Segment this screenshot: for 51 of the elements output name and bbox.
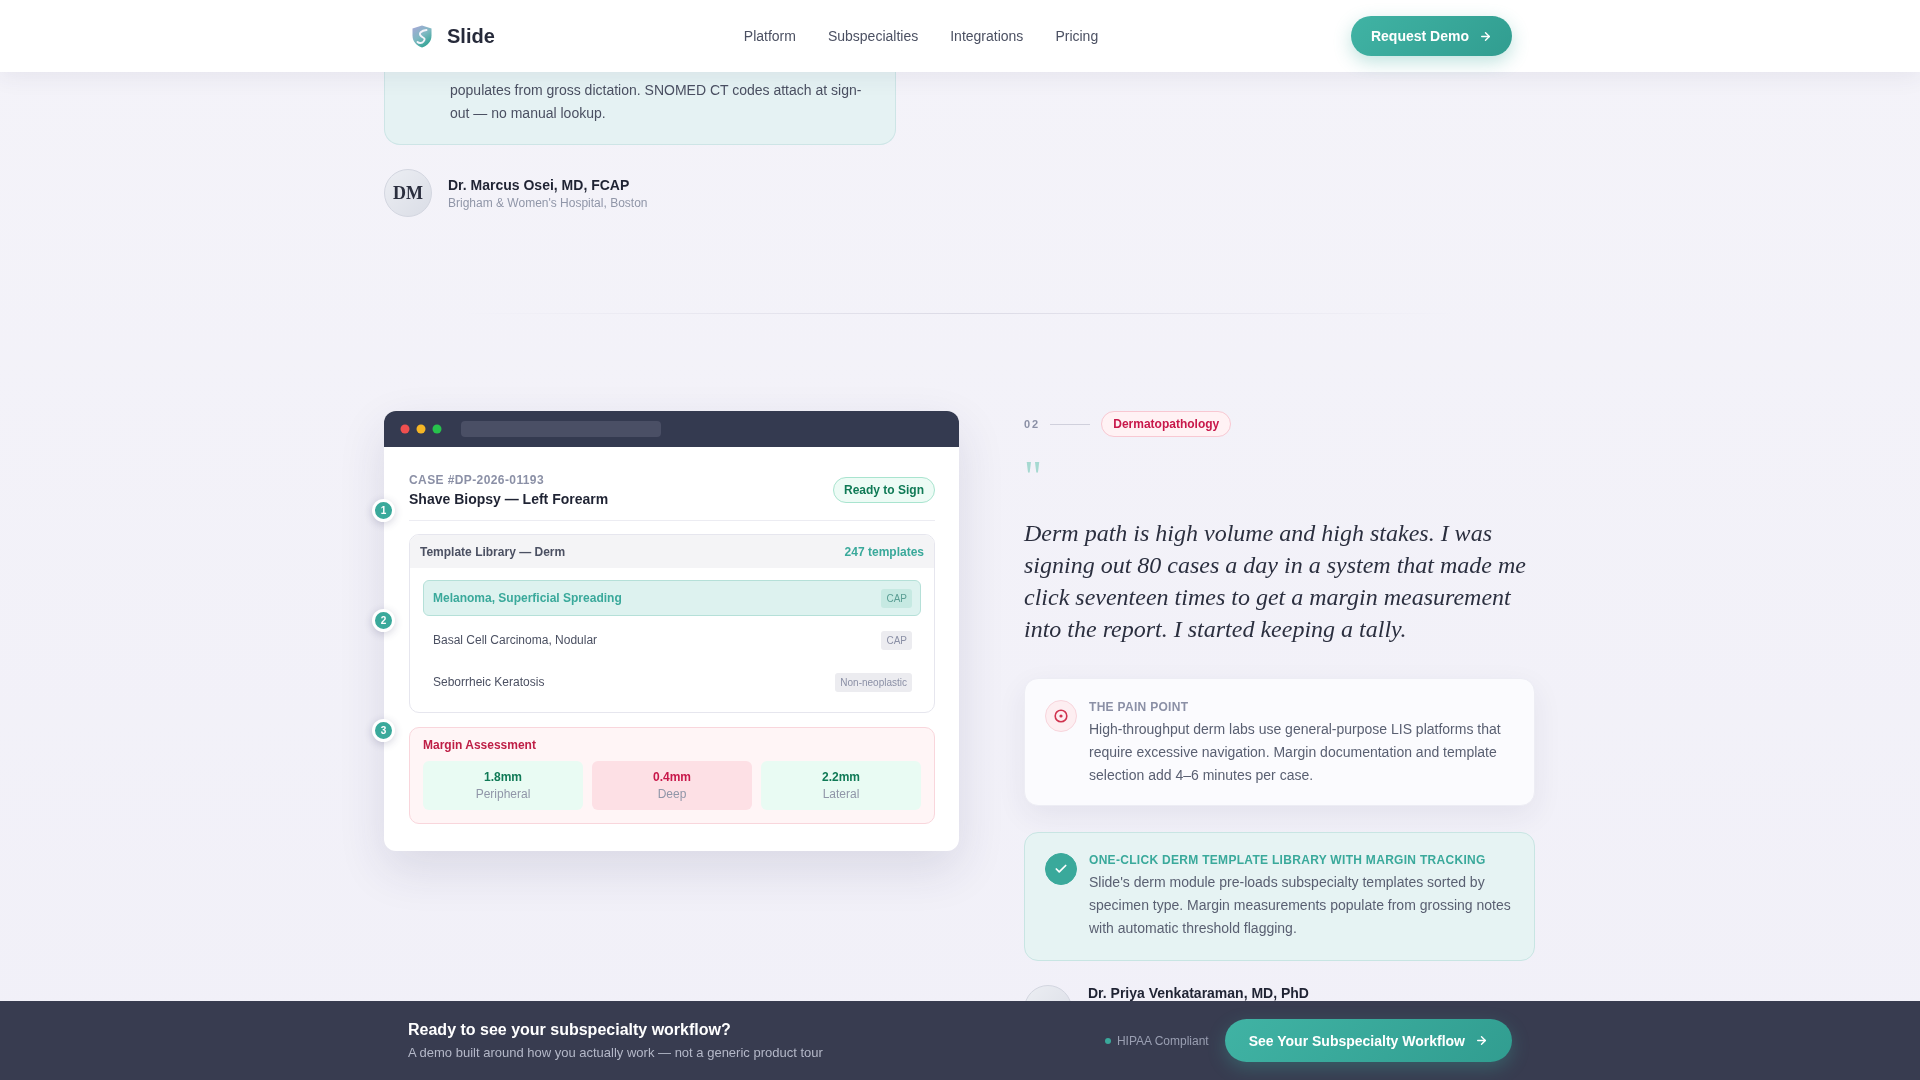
- margin-value: 1.8mm: [484, 770, 522, 784]
- section-number: 02: [1024, 418, 1041, 430]
- margin-label: Peripheral: [475, 787, 531, 801]
- arrow-right-icon: [1475, 1034, 1488, 1047]
- compliance-label: HIPAA Compliant: [1116, 1033, 1209, 1048]
- status-badge: Ready to Sign: [833, 477, 935, 503]
- template-name: Melanoma, Superficial Spreading: [433, 591, 622, 605]
- library-title: Template Library — Derm: [420, 544, 566, 559]
- case-title: Shave Biopsy — Left Forearm: [409, 491, 609, 507]
- step-marker: 3: [372, 719, 395, 742]
- margin-label: Deep: [657, 787, 687, 801]
- shield-logo-icon: [412, 24, 432, 48]
- check-icon: [1045, 853, 1077, 885]
- step-marker: 1: [372, 499, 395, 522]
- card-text: Slide's derm module pre-loads subspecialty templates sorted by specimen type. Margin measurements populate from grossing notes with automatic threshold flagging.: [1089, 873, 1512, 938]
- avatar-initials: DM: [384, 169, 432, 217]
- template-tag: CAP: [881, 588, 912, 608]
- template-item[interactable]: Seborrheic Keratosis Non-neoplastic: [423, 664, 921, 700]
- testimonial-text: populates from gross dictation. SNOMED CT codes attach at sign-out — no manual lookup.: [450, 81, 863, 123]
- nav-link[interactable]: Pricing: [1055, 28, 1099, 44]
- template-tag: Non-neoplastic: [835, 672, 912, 692]
- alert-icon: [1045, 700, 1077, 732]
- arrow-right-icon: [1479, 29, 1492, 43]
- case-id: CASE #DP-2026-01193: [409, 473, 545, 487]
- template-name: Basal Cell Carcinoma, Nodular: [433, 633, 598, 647]
- template-item[interactable]: Basal Cell Carcinoma, Nodular CAP: [423, 622, 921, 658]
- author-name: Dr. Priya Venkataraman, MD, PhD: [1088, 985, 1309, 1001]
- brand-name: Slide: [447, 24, 495, 48]
- template-name: Seborrheic Keratosis: [433, 675, 545, 689]
- quote-mark: ": [1024, 457, 1042, 497]
- margin-title: Margin Assessment: [423, 738, 537, 752]
- card-label: THE PAIN POINT: [1089, 700, 1190, 714]
- step-marker: 2: [372, 609, 395, 632]
- card-text: High-throughput derm labs use general-purpose LIS platforms that require excessive navigation. Margin documentation and template selection add 4–6 minutes per case.: [1089, 720, 1502, 785]
- author-affiliation: Brigham & Women's Hospital, Boston: [448, 195, 648, 210]
- template-count: 247 templates: [844, 544, 924, 559]
- nav-link[interactable]: Subspecialties: [827, 28, 919, 44]
- cta-title: Ready to see your subspecialty workflow?: [408, 1021, 732, 1039]
- nav-link[interactable]: Integrations: [950, 28, 1024, 44]
- nav-link[interactable]: Platform: [743, 28, 796, 44]
- cta-subtitle: A demo built around how you actually work — not a generic product tour: [408, 1045, 823, 1060]
- card-label: ONE-CLICK DERM TEMPLATE LIBRARY WITH MARGIN TRACKING: [1089, 853, 1487, 867]
- template-tag: CAP: [881, 630, 912, 650]
- margin-value: 0.4mm: [653, 770, 691, 784]
- specialty-tag: Dermatopathology: [1101, 411, 1232, 437]
- margin-value: 2.2mm: [822, 770, 860, 784]
- author-name: Dr. Marcus Osei, MD, FCAP: [448, 176, 631, 193]
- margin-label: Lateral: [822, 787, 860, 801]
- window-controls-icon: [400, 424, 442, 434]
- status-dot-icon: [1104, 1037, 1111, 1044]
- quote-text: Derm path is high volume and high stakes. I was signing out 80 cases a day in a system that made me click seventeen times to get a margin measurement into the report. I started keeping a tally.: [1024, 519, 1527, 644]
